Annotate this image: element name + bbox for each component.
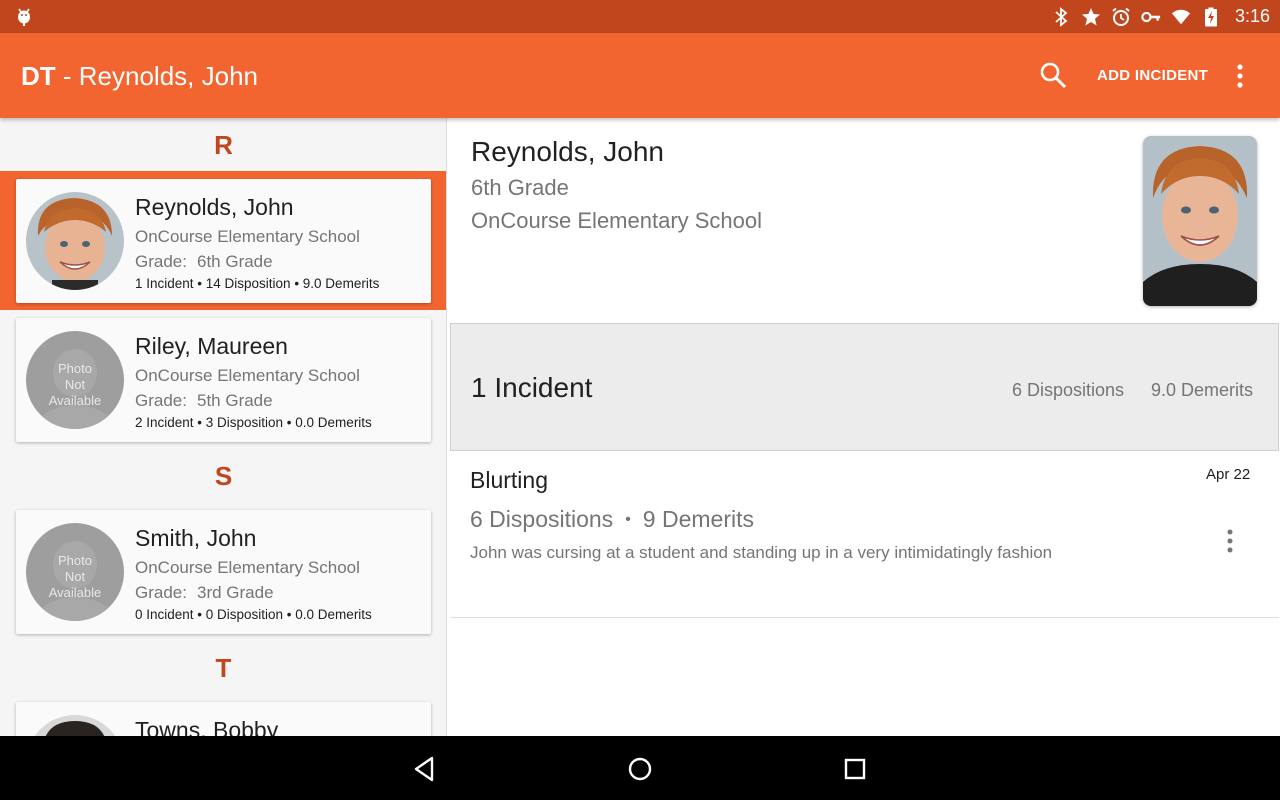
detail-student-photo <box>1143 136 1257 306</box>
add-incident-button[interactable]: ADD INCIDENT <box>1097 67 1208 84</box>
more-vert-icon[interactable] <box>1228 61 1252 91</box>
detail-school: OnCourse Elementary School <box>471 208 763 233</box>
grade-label: Grade: <box>135 391 187 410</box>
incident-description: John was cursing at a student and standi… <box>470 543 1053 562</box>
detail-grade: 6th Grade <box>471 175 569 200</box>
home-icon[interactable] <box>625 754 655 784</box>
grade-value: 5th Grade <box>196 391 273 410</box>
student-school: OnCourse Elementary School <box>135 227 360 246</box>
grade-label: Grade: <box>135 583 187 602</box>
star-icon <box>1081 7 1101 27</box>
student-name: Riley, Maureen <box>135 333 288 359</box>
student-list[interactable]: R Reynolds, John OnCourse Elementary Sch… <box>0 118 447 736</box>
incident-summary-band: 1 Incident 6 Dispositions 9.0 Demerits <box>450 323 1279 451</box>
dispositions-total: 6 Dispositions <box>1012 380 1125 400</box>
student-school: OnCourse Elementary School <box>135 558 360 577</box>
student-name: Reynolds, John <box>135 194 294 220</box>
detail-student-name: Reynolds, John <box>471 136 665 167</box>
separator-dot: • <box>625 511 631 528</box>
incident-demerits: 9 Demerits <box>642 506 754 532</box>
grade-label: Grade: <box>135 252 187 271</box>
student-name: Towns, Bobby <box>135 717 279 736</box>
recents-icon[interactable] <box>840 754 870 784</box>
student-name: Smith, John <box>135 525 257 551</box>
search-icon[interactable] <box>1038 60 1068 90</box>
student-avatar <box>26 715 124 736</box>
student-school: OnCourse Elementary School <box>135 366 360 385</box>
student-grade: Grade: 5th Grade <box>135 391 273 411</box>
student-summary: 1 Incident • 14 Disposition • 9.0 Demeri… <box>135 276 380 291</box>
alarm-icon <box>1111 7 1131 27</box>
section-header-r: R <box>214 130 233 160</box>
incident-dispositions: 6 Dispositions <box>470 506 614 532</box>
bluetooth-icon <box>1051 6 1071 27</box>
app-title-student: - Reynolds, John <box>55 61 258 91</box>
status-bar: 3:16 <box>0 0 1280 33</box>
android-debug-icon <box>18 8 30 26</box>
incident-item[interactable]: Blurting Apr 22 6 Dispositions • 9 Demerit… <box>450 452 1279 618</box>
student-avatar <box>26 192 124 290</box>
section-header-s: S <box>214 461 233 491</box>
student-summary: 0 Incident • 0 Disposition • 0.0 Demerit… <box>135 607 372 622</box>
student-detail: Reynolds, John 6th Grade OnCourse Elemen… <box>448 118 1280 736</box>
student-card-smith[interactable]: Photo Not Available Smith, John OnCourse… <box>16 510 431 634</box>
grade-value: 3rd Grade <box>196 583 274 602</box>
incident-date: Apr 22 <box>1206 466 1251 483</box>
section-header-t: T <box>215 653 232 683</box>
wifi-icon <box>1171 7 1191 27</box>
app-title-abbr: DT <box>21 61 56 91</box>
app-bar: DT - Reynolds, John ADD INCIDENT <box>0 33 1280 118</box>
student-card-towns[interactable]: Towns, Bobby <box>16 702 431 736</box>
incident-count: 1 Incident <box>471 372 593 403</box>
grade-value: 6th Grade <box>196 252 273 271</box>
system-nav-bar <box>0 736 1280 800</box>
status-time: 3:16 <box>1234 6 1270 26</box>
photo-not-available-text: Photo Not Available <box>48 361 102 408</box>
student-card-reynolds[interactable]: Reynolds, John OnCourse Elementary Schoo… <box>16 179 431 303</box>
student-grade: Grade: 6th Grade <box>135 252 273 272</box>
incident-stats: 6 Dispositions • 9 Demerits <box>470 506 754 533</box>
demerits-total: 9.0 Demerits <box>1151 380 1254 400</box>
student-grade: Grade: 3rd Grade <box>135 583 274 603</box>
student-card-riley[interactable]: Photo Not Available Riley, Maureen OnCou… <box>16 318 431 442</box>
vpn-key-icon <box>1141 7 1161 27</box>
incident-more-vert-icon[interactable] <box>1218 526 1242 556</box>
photo-not-available-text: Photo Not Available <box>48 553 102 600</box>
incident-title: Blurting <box>470 467 548 493</box>
photo-not-available-avatar: Photo Not Available <box>26 523 124 621</box>
app-title: DT - Reynolds, John <box>21 61 258 92</box>
student-summary: 2 Incident • 3 Disposition • 0.0 Demerit… <box>135 415 372 430</box>
back-icon[interactable] <box>410 754 440 784</box>
photo-not-available-avatar: Photo Not Available <box>26 331 124 429</box>
battery-charging-icon <box>1201 7 1221 27</box>
